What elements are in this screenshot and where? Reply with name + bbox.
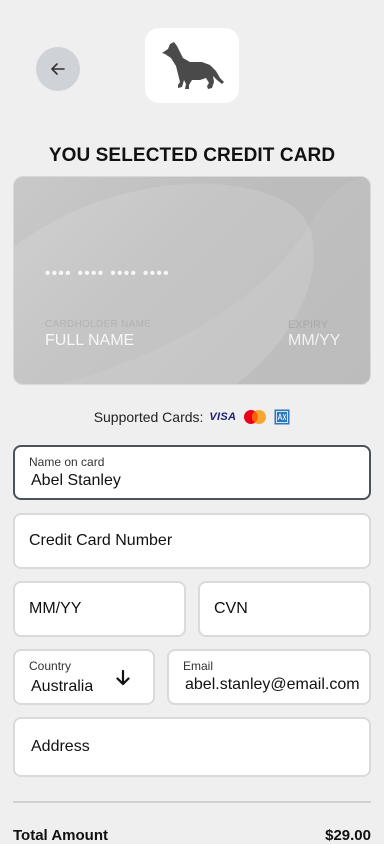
card-expiry-value: MM/YY — [288, 332, 341, 349]
cvn-placeholder: CVN — [214, 600, 248, 617]
back-button[interactable] — [36, 47, 80, 91]
arrow-left-icon — [51, 63, 65, 75]
supported-cards-label: Supported Cards: — [93, 409, 204, 425]
expiry-field[interactable]: MM/YY — [13, 581, 186, 637]
address-field[interactable]: Address — [13, 717, 371, 777]
country-label: Country — [29, 659, 72, 673]
card-expiry-caption: EXPIRY — [288, 319, 329, 331]
mastercard-icon — [244, 410, 267, 424]
name-on-card-label: Name on card — [29, 455, 105, 469]
total-amount-label: Total Amount — [13, 827, 108, 844]
country-select[interactable]: Country Australia — [13, 649, 155, 705]
amex-icon — [274, 409, 290, 425]
card-number-field[interactable]: Credit Card Number — [13, 513, 371, 569]
howling-wolf-icon — [162, 41, 224, 89]
supported-cards: Supported Cards: VISA — [0, 409, 384, 425]
address-placeholder: Address — [31, 738, 90, 755]
card-number-placeholder: Credit Card Number — [29, 532, 173, 549]
email-label: Email — [183, 659, 214, 673]
name-on-card-field[interactable]: Name on card Abel Stanley — [13, 445, 371, 500]
email-value: abel.stanley@email.com — [185, 676, 360, 693]
card-number-mask: •••• •••• •••• •••• — [45, 265, 171, 282]
visa-logo: VISA — [209, 411, 237, 423]
email-field[interactable]: Email abel.stanley@email.com — [167, 649, 371, 705]
name-on-card-value: Abel Stanley — [31, 472, 121, 489]
card-holder-caption: Cardholder name — [45, 319, 152, 330]
app-logo — [145, 28, 239, 103]
total-amount-value: $29.00 — [325, 827, 371, 844]
expiry-placeholder: MM/YY — [29, 600, 82, 617]
card-holder-value: FULL NAME — [45, 332, 135, 349]
country-value: Australia — [31, 678, 94, 695]
credit-card-preview: •••• •••• •••• •••• Cardholder name FULL… — [13, 176, 371, 385]
page-title: YOU SELECTED CREDIT CARD — [48, 145, 336, 166]
arrow-down-icon — [116, 669, 130, 686]
cvn-field[interactable]: CVN — [198, 581, 371, 637]
summary-divider — [13, 801, 371, 803]
